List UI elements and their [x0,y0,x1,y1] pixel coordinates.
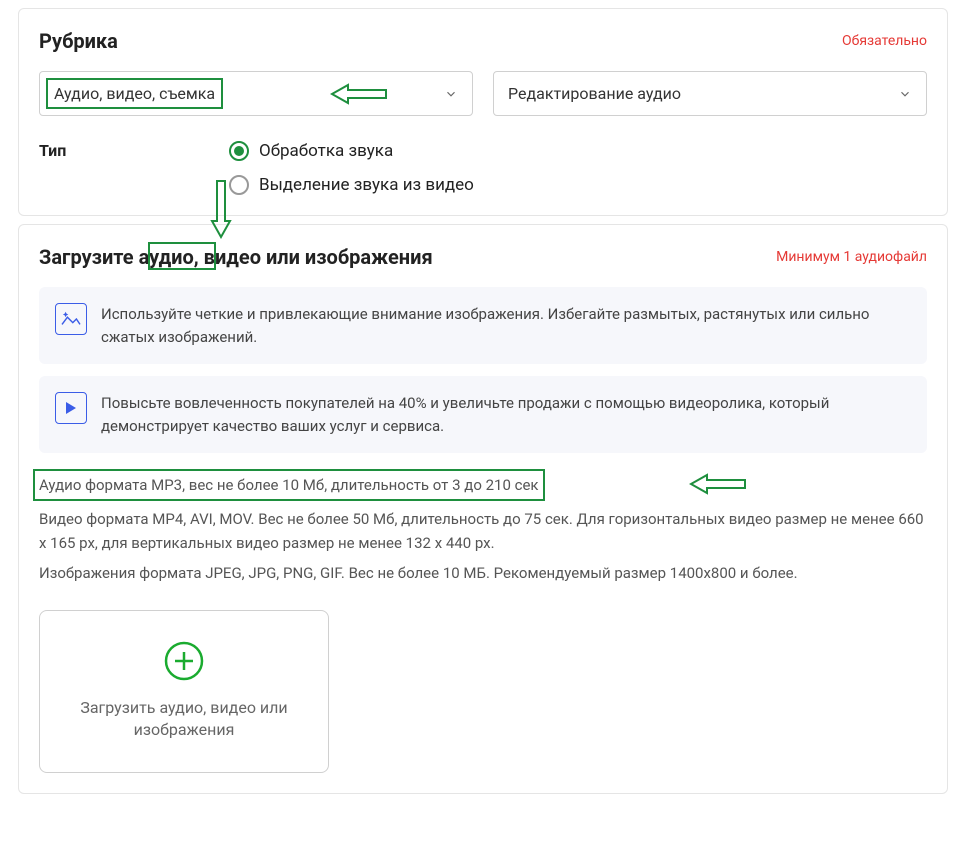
specs-block: Аудио формата MP3, вес не более 10 Мб, д… [39,469,927,585]
upload-title-wrap: Загрузите аудио, видео или изображения [39,245,433,269]
arrow-left-icon [330,81,390,107]
radio-icon [229,141,249,161]
upload-button-label: Загрузить аудио, видео или изображения [60,697,308,742]
radio-label: Обработка звука [259,141,393,161]
upload-button[interactable]: Загрузить аудио, видео или изображения [39,610,329,773]
category-value-visible: Аудио, видео, съемка [54,84,215,103]
info-text-video: Повысьте вовлеченность покупателей на 40… [101,392,911,437]
arrow-down-icon [208,179,234,239]
spec-image: Изображения формата JPEG, JPG, PNG, GIF.… [39,561,927,585]
radio-option-2[interactable]: Выделение звука из видео [229,175,474,195]
radio-option-1[interactable]: Обработка звука [229,141,474,161]
upload-header: Загрузите аудио, видео или изображения М… [39,245,927,269]
info-box-video: Повысьте вовлеченность покупателей на 40… [39,376,927,453]
type-label: Тип [39,141,209,160]
subcategory-dropdown[interactable]: Редактирование аудио [493,71,927,116]
subcategory-value: Редактирование аудио [508,84,681,103]
video-play-icon [55,392,87,424]
arrow-left-icon [689,471,749,497]
plus-icon [164,641,204,681]
radio-group: Обработка звука Выделение звука из видео [229,141,474,195]
upload-title: Загрузите аудио, видео или изображения [39,245,433,269]
upload-card: Загрузите аудио, видео или изображения М… [18,224,948,794]
rubric-card: Рубрика Обязательно Аудио, видео, съемка… [18,8,948,216]
spec-audio: Аудио формата MP3, вес не более 10 Мб, д… [33,469,545,501]
dropdown-row: Аудио, видео, съемка Аудио, видео, съемк… [39,71,927,116]
image-icon [55,303,87,335]
required-badge: Обязательно [842,33,927,49]
type-row: Тип Обработка звука Выделение звука из в… [39,141,927,195]
min-files-badge: Минимум 1 аудиофайл [776,249,927,265]
chevron-down-icon [444,87,458,101]
radio-label: Выделение звука из видео [259,175,474,195]
info-box-image: Используйте четкие и привлекающие вниман… [39,287,927,364]
spec-video: Видео формата MP4, AVI, MOV. Вес не боле… [39,507,927,555]
chevron-down-icon [898,87,912,101]
rubric-title: Рубрика [39,29,118,53]
rubric-header: Рубрика Обязательно [39,29,927,53]
category-dropdown[interactable]: Аудио, видео, съемка Аудио, видео, съемк… [39,71,473,116]
info-text-image: Используйте четкие и привлекающие вниман… [101,303,911,348]
